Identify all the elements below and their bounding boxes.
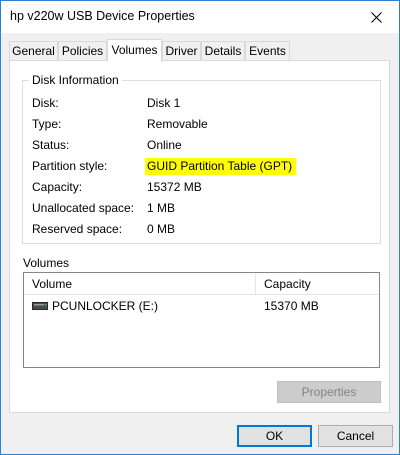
- tab-volumes[interactable]: Volumes: [107, 39, 162, 62]
- column-header-capacity[interactable]: Capacity: [256, 273, 379, 295]
- group-label: Disk Information: [29, 73, 122, 87]
- drive-icon: [32, 302, 48, 310]
- type-value: Removable: [147, 117, 208, 131]
- unallocated-space-value: 1 MB: [147, 201, 176, 215]
- close-button[interactable]: [353, 1, 399, 33]
- tab-panel-volumes: Disk Information Disk: Disk 1 Type: Remo…: [9, 60, 390, 413]
- volume-row[interactable]: PCUNLOCKER (E:) 15370 MB: [24, 295, 379, 317]
- disk-value: Disk 1: [147, 96, 181, 110]
- partition-style-label: Partition style:: [32, 159, 108, 173]
- tab-policies[interactable]: Policies: [58, 41, 107, 61]
- ok-button[interactable]: OK: [237, 425, 312, 447]
- volumes-list-header: Volume Capacity: [24, 273, 379, 295]
- type-label: Type:: [32, 117, 62, 131]
- tab-strip: General Policies Volumes Driver Details …: [9, 39, 389, 62]
- window-title: hp v220w USB Device Properties: [10, 9, 195, 23]
- capacity-value: 15372 MB: [147, 180, 202, 194]
- reserved-space-label: Reserved space:: [32, 222, 123, 236]
- title-bar[interactable]: hp v220w USB Device Properties: [1, 1, 399, 33]
- reserved-space-value: 0 MB: [147, 222, 176, 236]
- capacity-label: Capacity:: [32, 180, 83, 194]
- tab-general[interactable]: General: [9, 41, 58, 61]
- volumes-list[interactable]: Volume Capacity PCUNLOCKER (E:) 15370 MB: [23, 272, 380, 368]
- tab-details[interactable]: Details: [201, 41, 245, 61]
- column-header-volume[interactable]: Volume: [24, 273, 254, 295]
- tab-events[interactable]: Events: [245, 41, 290, 61]
- disk-label: Disk:: [32, 96, 59, 110]
- partition-style-value: GUID Partition Table (GPT): [145, 158, 297, 175]
- properties-window: hp v220w USB Device Properties General P…: [0, 0, 400, 455]
- tab-driver[interactable]: Driver: [162, 41, 201, 61]
- volume-name: PCUNLOCKER (E:): [52, 299, 159, 313]
- status-value: Online: [147, 138, 182, 152]
- cancel-button[interactable]: Cancel: [318, 425, 393, 447]
- status-label: Status:: [32, 138, 70, 152]
- close-icon: [370, 11, 382, 23]
- volumes-label: Volumes: [23, 256, 70, 270]
- properties-button[interactable]: Properties: [277, 381, 381, 403]
- volume-capacity: 15370 MB: [264, 299, 319, 313]
- unallocated-space-label: Unallocated space:: [32, 201, 135, 215]
- partition-style-value-wrap: GUID Partition Table (GPT): [145, 158, 297, 175]
